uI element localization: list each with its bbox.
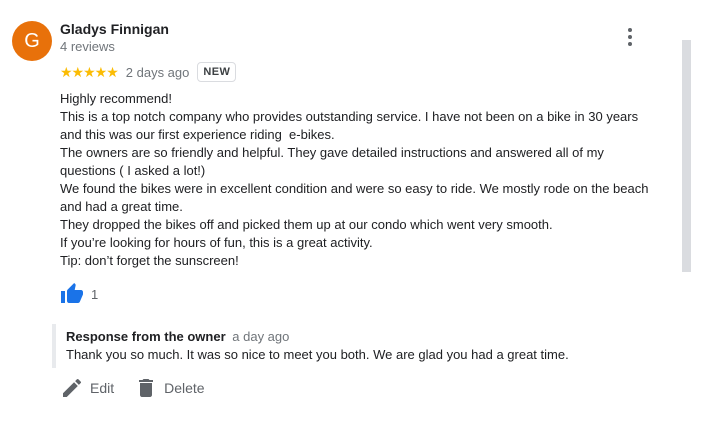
response-text: Thank you so much. It was so nice to mee…: [66, 347, 569, 362]
review-line: We found the bikes were in excellent con…: [60, 181, 653, 214]
delete-label: Delete: [164, 380, 205, 396]
delete-button[interactable]: Delete: [134, 376, 205, 400]
review-line: The owners are so friendly and helpful. …: [60, 145, 608, 178]
scrollbar[interactable]: [682, 40, 691, 272]
review-line: If you’re looking for hours of fun, this…: [60, 235, 373, 250]
edit-button[interactable]: Edit: [60, 376, 114, 400]
like-button[interactable]: 1: [60, 282, 98, 306]
avatar[interactable]: G: [12, 21, 52, 61]
more-options-button[interactable]: [620, 26, 640, 48]
trash-icon: [139, 379, 154, 397]
owner-response: Response from the owner a day ago Thank …: [52, 324, 676, 368]
response-title: Response from the owner: [66, 329, 226, 344]
star-rating: ★★★★★: [60, 64, 119, 80]
response-date: a day ago: [232, 329, 290, 344]
rating-row: ★★★★★ 2 days ago NEW: [60, 61, 237, 83]
review-text: Highly recommend! This is a top notch co…: [60, 90, 660, 270]
edit-label: Edit: [90, 380, 115, 396]
thumb-up-icon: [61, 283, 83, 303]
more-vert-icon: [628, 28, 632, 32]
pencil-icon: [63, 378, 82, 397]
response-actions: Edit Delete: [60, 376, 225, 400]
review-line: Tip: don’t forget the sunscreen!: [60, 253, 239, 268]
new-badge: NEW: [197, 62, 237, 82]
like-count: 1: [91, 286, 99, 302]
review-line: They dropped the bikes off and picked th…: [60, 217, 553, 232]
review-count: 4 reviews: [60, 39, 115, 54]
reviewer-name[interactable]: Gladys Finnigan: [60, 21, 169, 37]
review-line: Highly recommend!: [60, 91, 172, 106]
review-date: 2 days ago: [125, 64, 190, 80]
review-line: This is a top notch company who provides…: [60, 109, 642, 142]
